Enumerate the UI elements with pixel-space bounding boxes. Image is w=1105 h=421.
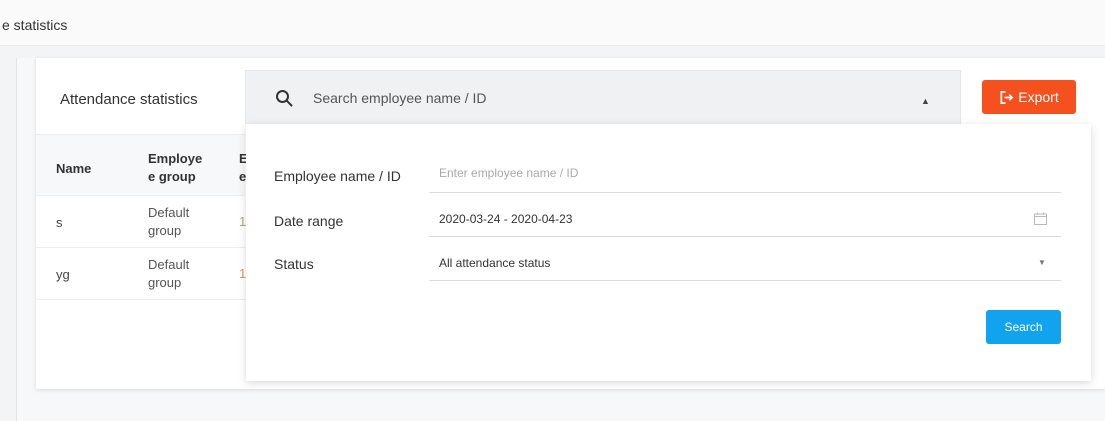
status-select[interactable]: All attendance status ▼ (429, 245, 1061, 281)
table-row[interactable]: s Default group 1 (36, 196, 246, 248)
cell-name: s (56, 215, 63, 230)
column-header-name[interactable]: Name (56, 161, 91, 176)
date-range-field[interactable]: 2020-03-24 - 2020-04-23 (429, 201, 1061, 237)
export-icon (1000, 90, 1014, 104)
date-range-value: 2020-03-24 - 2020-04-23 (439, 212, 573, 226)
cell-employee-group: Default group (148, 257, 190, 290)
card-title: Attendance statistics (60, 91, 198, 108)
cell-name: yg (56, 267, 70, 282)
export-button[interactable]: Export (982, 80, 1076, 114)
status-label: Status (274, 256, 314, 272)
table-header: Name Employe e group E e (36, 134, 248, 196)
column-header-employee-group[interactable]: Employe e group (148, 150, 208, 186)
employee-search-bar[interactable]: Search employee name / ID ▲ (245, 70, 961, 124)
chevron-down-icon[interactable]: ▼ (1038, 258, 1046, 267)
employee-field-label: Employee name / ID (274, 168, 401, 184)
status-value: All attendance status (439, 256, 551, 270)
date-range-label: Date range (274, 213, 344, 229)
page: e statistics Attendance statistics Searc… (0, 0, 1105, 421)
breadcrumb-label: e statistics (2, 17, 68, 33)
calendar-icon[interactable] (1034, 212, 1047, 225)
employee-input[interactable] (439, 166, 1039, 180)
search-button-label: Search (1004, 320, 1043, 334)
search-button[interactable]: Search (986, 310, 1061, 344)
breadcrumb: e statistics (0, 0, 1105, 46)
filter-dropdown: Employee name / ID Date range 2020-03-24… (246, 124, 1091, 381)
export-label: Export (1018, 89, 1059, 105)
search-icon (276, 90, 293, 107)
employee-field[interactable] (429, 157, 1061, 193)
table-row[interactable]: yg Default group 1 (36, 248, 246, 300)
search-placeholder: Search employee name / ID (313, 90, 487, 106)
caret-up-icon[interactable]: ▲ (921, 96, 930, 106)
cell-employee-group: Default group (148, 205, 190, 238)
